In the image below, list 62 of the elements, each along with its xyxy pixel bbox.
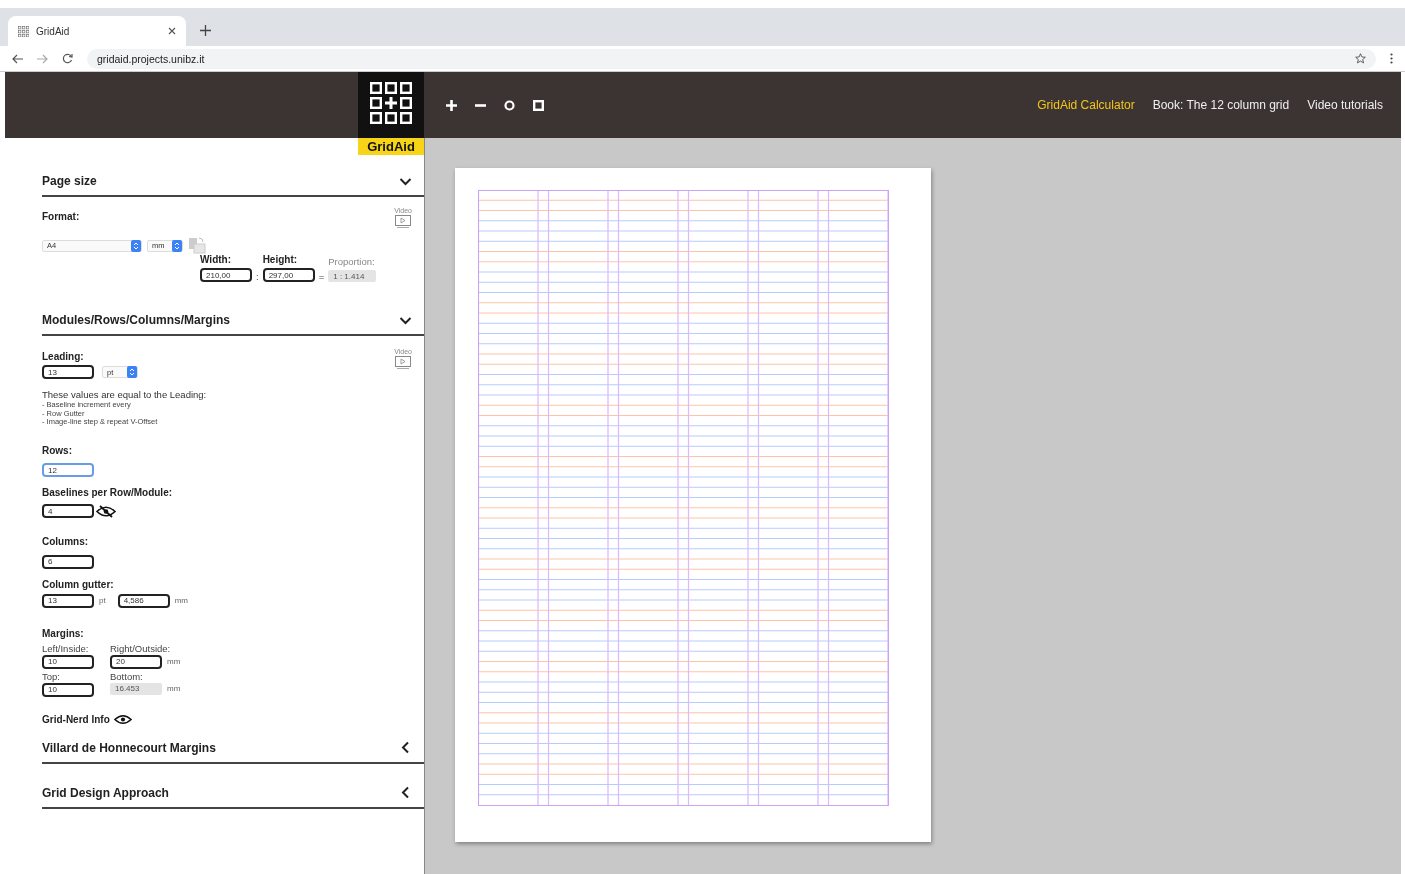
unit-label: mm [174,596,188,605]
field-label: Width: [200,254,232,265]
section-title: Villard de Honnecourt Margins [42,740,216,755]
stepper-icon [131,239,141,252]
grid-icon [18,25,29,37]
star-icon[interactable] [1355,53,1366,64]
gutter-input[interactable]: 13 [42,593,94,608]
field-label: Bottom: [110,670,144,682]
address-bar[interactable]: gridaid.projects.unibz.it [87,48,1376,69]
logo-grid-icon [370,82,412,124]
field-label: Height: [262,254,299,265]
unit-label: pt [99,596,106,605]
logo-label: GridAid [358,138,424,155]
width-input[interactable]: 210,00 [200,268,252,282]
field-label: Column gutter: [42,578,114,590]
margin-input[interactable]: 10 [42,654,94,669]
leading-input[interactable]: 13 [42,365,94,379]
field-label: Columns: [42,536,89,547]
unit-label: mm [167,684,181,693]
grid-nerd-info-label: Grid-Nerd Info [42,713,110,725]
stepper-icon [172,239,182,252]
margin-input[interactable]: 20 [110,654,162,669]
field-label: Leading: [42,351,84,362]
field-label: Right/Outside: [110,642,172,654]
field-label: Rows: [42,444,72,456]
height-input[interactable]: 297,00 [262,268,315,282]
nav-link[interactable]: Video tutorials [1307,98,1383,112]
circle-icon[interactable] [504,99,515,111]
proportion-value: 1 : 1.414 [328,270,377,282]
section-title: Modules/Rows/Columns/Margins [42,313,230,327]
unit-label: mm [167,657,181,666]
field-label: Format: [42,211,80,222]
baselines-input[interactable]: 4 [42,504,94,518]
back-arrow-icon[interactable] [12,53,23,64]
field-label: Proportion: [328,256,376,267]
video-play-icon[interactable] [395,215,412,228]
columns-input[interactable]: 6 [42,554,94,569]
square-icon[interactable] [533,99,544,111]
note-title: These values are equal to the Leading: [42,389,208,400]
close-icon[interactable] [168,27,176,35]
colon-separator: : [256,271,259,282]
field-label: Top: [42,670,61,682]
field-label: Baselines per Row/Module: [42,487,173,498]
eye-icon[interactable] [113,712,132,726]
margin-input[interactable]: 10 [42,682,94,697]
nav-link[interactable]: Book: The 12 column grid [1152,98,1290,112]
eye-off-icon[interactable] [96,504,116,518]
section-title: Grid Design Approach [42,785,169,800]
section-title: Page size [42,174,97,188]
menu-icon[interactable] [1390,53,1393,64]
field-label: Left/Inside: [42,642,90,654]
nav-link[interactable]: GridAid Calculator [1037,98,1135,112]
equals-sign: = [318,271,325,282]
reload-icon[interactable] [62,53,73,64]
rows-input[interactable]: 12 [42,463,94,477]
stepper-icon [127,366,137,378]
video-play-icon[interactable] [395,356,412,369]
browser-tab[interactable]: GridAid [8,16,186,46]
field-label: Margins: [42,627,84,639]
plus-icon[interactable] [446,99,457,111]
new-tab-icon[interactable] [200,25,211,36]
gutter-input[interactable]: 4,586 [117,593,170,608]
